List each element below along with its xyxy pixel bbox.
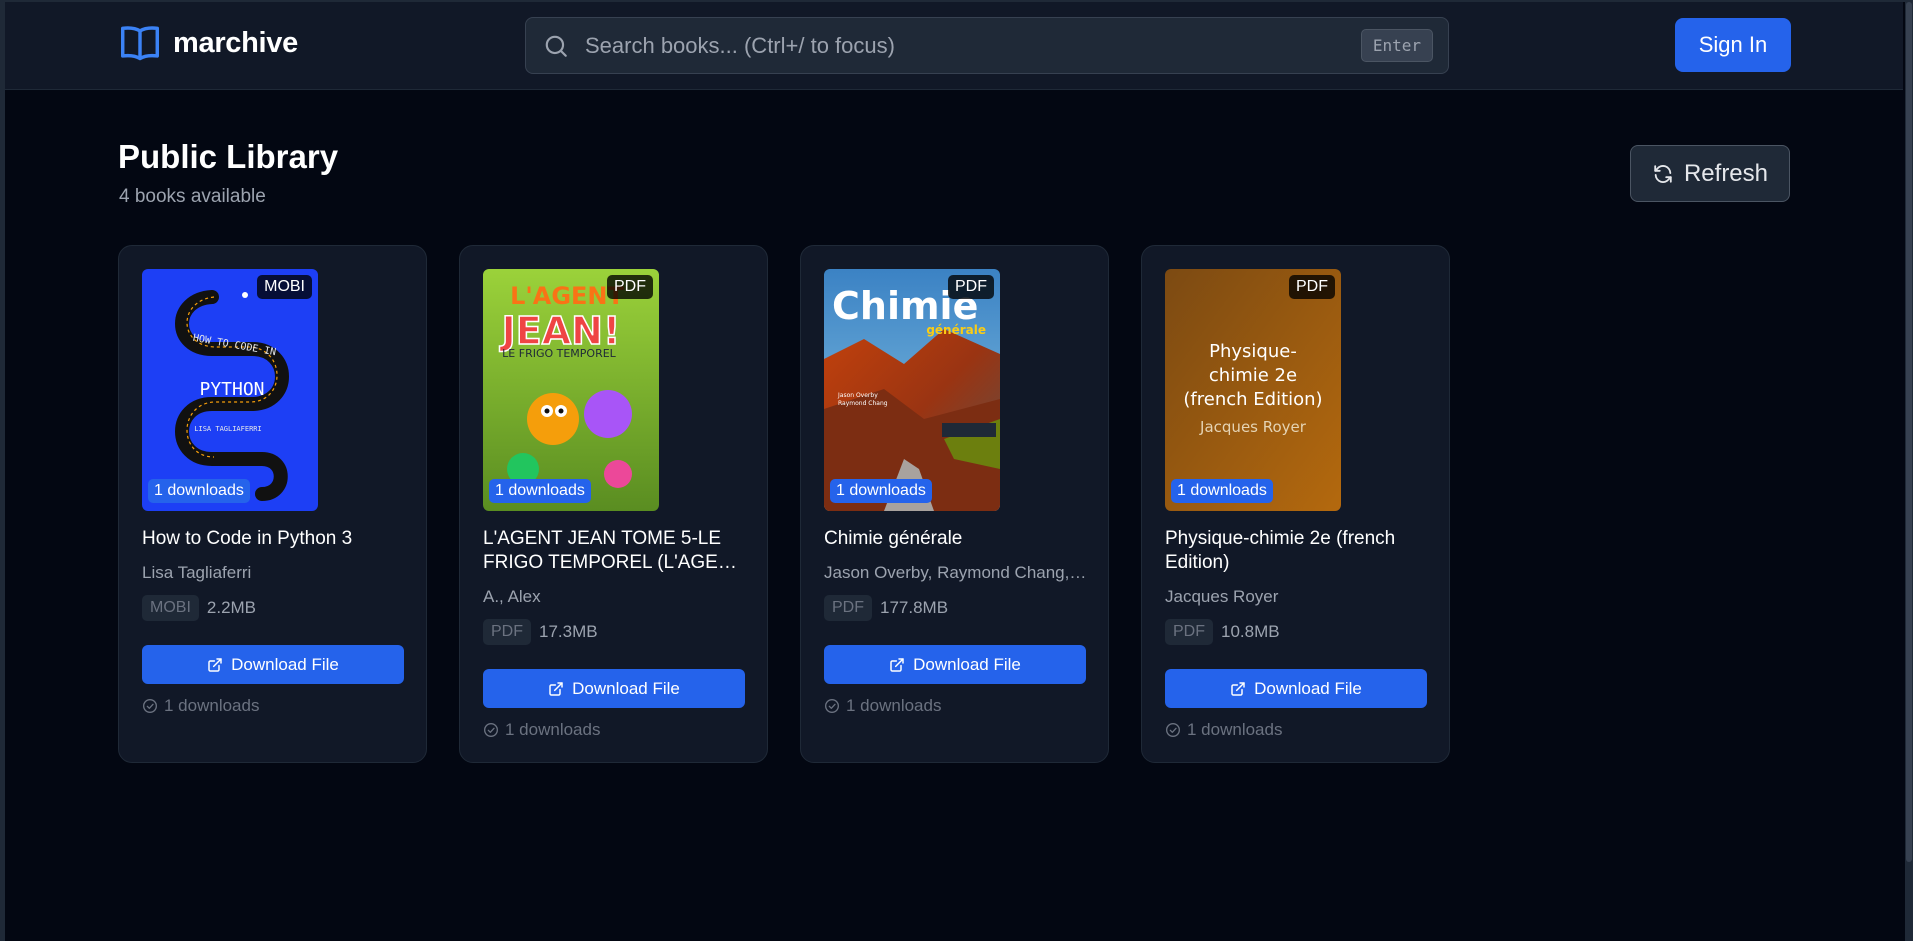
check-circle-icon bbox=[1165, 722, 1181, 738]
cover-text: Physique- bbox=[1209, 341, 1297, 362]
format-badge: PDF bbox=[1289, 275, 1335, 299]
book-author: Lisa Tagliaferri bbox=[142, 563, 252, 582]
scrollbar-thumb[interactable] bbox=[1906, 2, 1912, 862]
cover-text: LE FRIGO TEMPOREL bbox=[502, 347, 617, 360]
book-title[interactable]: How to Code in Python 3 bbox=[142, 527, 407, 551]
book-title[interactable]: L'AGENT JEAN TOME 5-LE FRIGO TEMPOREL (L… bbox=[483, 527, 748, 575]
cover-text: Raymond Chang bbox=[838, 400, 888, 407]
download-label: Download File bbox=[572, 678, 680, 698]
download-button[interactable]: Download File bbox=[1165, 669, 1427, 708]
file-size: 2.2MB bbox=[206, 598, 257, 617]
book-cover[interactable]: L'AGENT JEAN! LE FRIGO TEMPOREL PDF 1 do… bbox=[483, 269, 659, 511]
external-link-icon bbox=[1230, 681, 1246, 697]
download-count: 1 downloads bbox=[483, 720, 600, 740]
book-cover[interactable]: Chimie générale Jason Overby Raymond Cha… bbox=[824, 269, 1000, 511]
format-badge: MOBI bbox=[257, 275, 312, 299]
search-bar[interactable]: Enter bbox=[525, 17, 1449, 74]
download-count: 1 downloads bbox=[824, 696, 941, 716]
download-label: Download File bbox=[913, 654, 1021, 674]
book-meta: MOBI 2.2MB bbox=[142, 595, 256, 621]
refresh-label: Refresh bbox=[1683, 159, 1769, 187]
book-title[interactable]: Chimie générale bbox=[824, 527, 1089, 551]
book-author: A., Alex bbox=[483, 587, 541, 606]
download-button[interactable]: Download File bbox=[142, 645, 404, 684]
book-author: Jacques Royer bbox=[1165, 587, 1279, 606]
download-label: Download File bbox=[1254, 678, 1362, 698]
book-cover[interactable]: HOW TO CODE IN PYTHON LISA TAGLIAFERRI M… bbox=[142, 269, 318, 511]
enter-key-hint: Enter bbox=[1360, 29, 1433, 62]
cover-text: chimie 2e bbox=[1209, 365, 1297, 386]
check-circle-icon bbox=[142, 698, 158, 714]
external-link-icon bbox=[889, 657, 905, 673]
format-chip: PDF bbox=[483, 619, 531, 645]
format-badge: PDF bbox=[607, 275, 653, 299]
book-title[interactable]: Physique-chimie 2e (french Edition) bbox=[1165, 527, 1430, 575]
cover-text: générale bbox=[926, 323, 986, 337]
sign-in-button[interactable]: Sign In bbox=[1675, 18, 1791, 72]
check-circle-icon bbox=[483, 722, 499, 738]
file-size: 177.8MB bbox=[880, 598, 949, 617]
download-count-label: 1 downloads bbox=[164, 696, 260, 715]
download-count: 1 downloads bbox=[142, 696, 259, 716]
download-count-label: 1 downloads bbox=[846, 696, 942, 715]
check-circle-icon bbox=[824, 698, 840, 714]
top-navbar: marchive Enter Sign In bbox=[5, 2, 1903, 90]
external-link-icon bbox=[207, 657, 223, 673]
external-link-icon bbox=[548, 681, 564, 697]
page-title: Public Library bbox=[118, 138, 339, 175]
file-size: 17.3MB bbox=[539, 622, 598, 641]
search-input[interactable] bbox=[583, 31, 1361, 60]
download-count-label: 1 downloads bbox=[505, 720, 601, 739]
downloads-badge: 1 downloads bbox=[830, 479, 932, 503]
format-chip: PDF bbox=[824, 595, 872, 621]
downloads-badge: 1 downloads bbox=[148, 479, 250, 503]
cover-text: PYTHON bbox=[199, 379, 264, 400]
book-cover[interactable]: Physique- chimie 2e (french Edition) Jac… bbox=[1165, 269, 1341, 511]
brand-name: marchive bbox=[173, 26, 298, 59]
refresh-icon bbox=[1652, 163, 1674, 185]
downloads-badge: 1 downloads bbox=[1171, 479, 1273, 503]
cover-text: (french Edition) bbox=[1183, 389, 1322, 410]
scrollbar[interactable] bbox=[1905, 0, 1913, 941]
open-book-icon bbox=[119, 24, 161, 62]
book-card[interactable]: L'AGENT JEAN! LE FRIGO TEMPOREL PDF 1 do… bbox=[459, 245, 768, 763]
downloads-badge: 1 downloads bbox=[489, 479, 591, 503]
book-meta: PDF 17.3MB bbox=[483, 619, 598, 645]
refresh-button[interactable]: Refresh bbox=[1630, 145, 1790, 202]
download-button[interactable]: Download File bbox=[483, 669, 745, 708]
download-count-label: 1 downloads bbox=[1187, 720, 1283, 739]
format-chip: PDF bbox=[1165, 619, 1213, 645]
book-card[interactable]: Physique- chimie 2e (french Edition) Jac… bbox=[1141, 245, 1450, 763]
download-count: 1 downloads bbox=[1165, 720, 1282, 740]
file-size: 10.8MB bbox=[1221, 622, 1280, 641]
download-label: Download File bbox=[231, 654, 339, 674]
book-author: Jason Overby, Raymond Chang, Adaptation … bbox=[824, 563, 1089, 582]
format-chip: MOBI bbox=[142, 595, 199, 621]
search-icon bbox=[543, 33, 569, 59]
cover-text: Jacques Royer bbox=[1199, 418, 1307, 436]
book-card[interactable]: HOW TO CODE IN PYTHON LISA TAGLIAFERRI M… bbox=[118, 245, 427, 763]
book-meta: PDF 10.8MB bbox=[1165, 619, 1280, 645]
book-meta: PDF 177.8MB bbox=[824, 595, 948, 621]
books-count: 4 books available bbox=[119, 186, 266, 207]
cover-text: LISA TAGLIAFERRI bbox=[194, 425, 261, 433]
book-card[interactable]: Chimie générale Jason Overby Raymond Cha… bbox=[800, 245, 1109, 763]
download-button[interactable]: Download File bbox=[824, 645, 1086, 684]
cover-text: Jason Overby bbox=[837, 392, 878, 399]
brand-logo[interactable]: marchive bbox=[119, 24, 298, 62]
format-badge: PDF bbox=[948, 275, 994, 299]
